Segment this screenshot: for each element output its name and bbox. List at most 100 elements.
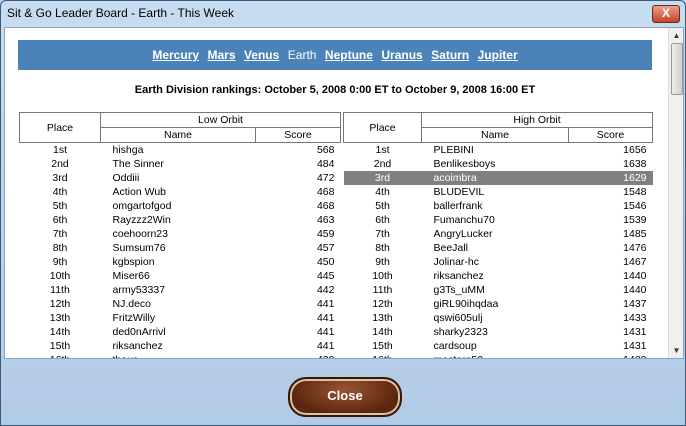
name-cell: The Sinner [112, 158, 164, 170]
place-cell: 9th [375, 256, 390, 268]
content-panel: Mercury Mars Venus Earth Neptune Uranus … [4, 27, 684, 359]
name-cell: ballerfrank [433, 200, 483, 212]
score-cell: 445 [316, 270, 335, 282]
name-cell: AngryLucker [433, 228, 493, 240]
nav-link-jupiter[interactable]: Jupiter [478, 48, 518, 62]
close-button[interactable]: Close [288, 377, 402, 417]
score-cell: 1539 [623, 214, 647, 226]
place-header: Place [343, 112, 422, 143]
table-row: 2nd The Sinner 484 [20, 157, 341, 171]
place-cell: 14th [49, 326, 71, 338]
table-row: 14th ded0nArrivl 441 [20, 325, 341, 339]
name-cell: Rayzzz2Win [112, 214, 171, 226]
table-row: 5th omgartofgod 468 [20, 199, 341, 213]
table-row: 3rd acoimbra 1629 [343, 171, 653, 185]
vertical-scrollbar[interactable]: ▲ ▼ [668, 28, 683, 358]
name-cell: Oddiii [112, 172, 140, 184]
score-cell: 1431 [623, 326, 647, 338]
place-cell: 15th [372, 340, 393, 352]
scroll-thumb[interactable] [671, 43, 683, 95]
score-cell: 468 [316, 200, 335, 212]
planet-nav: Mercury Mars Venus Earth Neptune Uranus … [18, 40, 652, 70]
name-cell: PLEBINI [433, 144, 474, 156]
name-cell: qswi605ulj [433, 312, 483, 324]
table-row: 11th g3Ts_uMM 1440 [344, 283, 653, 297]
place-cell: 2nd [51, 158, 69, 170]
score-cell: 468 [316, 186, 335, 198]
nav-link-saturn[interactable]: Saturn [431, 48, 469, 62]
nav-link-venus[interactable]: Venus [244, 48, 279, 62]
score-cell: 442 [316, 284, 335, 296]
name-cell: riksanchez [112, 340, 163, 352]
score-cell: 1440 [623, 270, 647, 282]
score-cell: 457 [316, 242, 335, 254]
name-header: Name [421, 127, 569, 143]
name-cell: BeeJall [433, 242, 468, 254]
place-cell: 13th [372, 312, 393, 324]
name-cell: Jolinar-hc [433, 256, 480, 268]
place-cell: 3rd [343, 171, 422, 185]
name-cell: acoimbra [421, 171, 569, 185]
score-cell: 441 [316, 312, 335, 324]
score-cell: 459 [316, 228, 335, 240]
nav-link-neptune[interactable]: Neptune [325, 48, 373, 62]
table-row: 10th Miser66 445 [20, 269, 341, 283]
place-cell: 6th [52, 214, 68, 226]
place-cell: 15th [49, 340, 71, 352]
table-row: 12th giRL90ihqdaa 1437 [344, 297, 653, 311]
score-cell: 441 [316, 340, 335, 352]
score-cell: 472 [316, 172, 335, 184]
score-cell: 450 [316, 256, 335, 268]
place-cell: 12th [49, 298, 71, 310]
window-close-icon[interactable]: X [652, 5, 680, 23]
place-cell: 10th [49, 270, 71, 282]
place-cell: 11th [372, 284, 393, 296]
division-title: High Orbit [420, 112, 654, 128]
score-cell: 1437 [623, 298, 647, 310]
rankings-subtitle: Earth Division rankings: October 5, 2008… [134, 84, 536, 96]
scroll-up-icon[interactable]: ▲ [669, 28, 683, 43]
score-cell: 1638 [623, 158, 647, 170]
score-cell: 1656 [623, 144, 647, 156]
window-title: Sit & Go Leader Board - Earth - This Wee… [7, 6, 234, 20]
name-cell: Fumanchu70 [433, 214, 495, 226]
title-bar[interactable]: Sit & Go Leader Board - Earth - This Wee… [1, 1, 685, 27]
score-cell: 1548 [623, 186, 647, 198]
nav-link-uranus[interactable]: Uranus [381, 48, 422, 62]
table-row: 13th FritzWilly 441 [20, 311, 341, 325]
table-row: 2nd Benlikesboys 1638 [344, 157, 653, 171]
score-cell: 1546 [623, 200, 647, 212]
table-row: 9th Jolinar-hc 1467 [344, 255, 653, 269]
table-row: 15th riksanchez 441 [20, 339, 341, 353]
score-cell: 1476 [623, 242, 647, 254]
score-cell: 1467 [623, 256, 647, 268]
scroll-down-icon[interactable]: ▼ [669, 343, 683, 358]
table-row: 13th qswi605ulj 1433 [344, 311, 653, 325]
name-header: Name [100, 127, 256, 143]
place-cell: 8th [375, 242, 390, 254]
score-cell: 1629 [568, 171, 653, 185]
name-cell: cardsoup [433, 340, 477, 352]
nav-link-earth[interactable]: Earth [288, 48, 317, 62]
place-cell: 8th [52, 242, 68, 254]
table-row: 15th cardsoup 1431 [344, 339, 653, 353]
name-cell: Miser66 [112, 270, 150, 282]
place-cell: 5th [375, 200, 390, 212]
table-row: 1st PLEBINI 1656 [344, 143, 653, 158]
name-cell: BLUDEVIL [433, 186, 485, 198]
nav-link-mercury[interactable]: Mercury [152, 48, 199, 62]
table-row: 5th ballerfrank 1546 [344, 199, 653, 213]
table-row: 7th AngryLucker 1485 [344, 227, 653, 241]
place-cell: 3rd [52, 172, 68, 184]
name-cell: Action Wub [112, 186, 167, 198]
nav-link-mars[interactable]: Mars [207, 48, 235, 62]
table-row: 4th BLUDEVIL 1548 [344, 185, 653, 199]
score-cell: 441 [316, 298, 335, 310]
place-cell: 7th [375, 228, 390, 240]
place-cell: 4th [52, 186, 68, 198]
place-cell: 2nd [373, 158, 392, 170]
table-row: 6th Rayzzz2Win 463 [20, 213, 341, 227]
name-cell: sharky2323 [433, 326, 488, 338]
place-cell: 11th [50, 284, 70, 296]
division-title: Low Orbit [100, 112, 341, 128]
